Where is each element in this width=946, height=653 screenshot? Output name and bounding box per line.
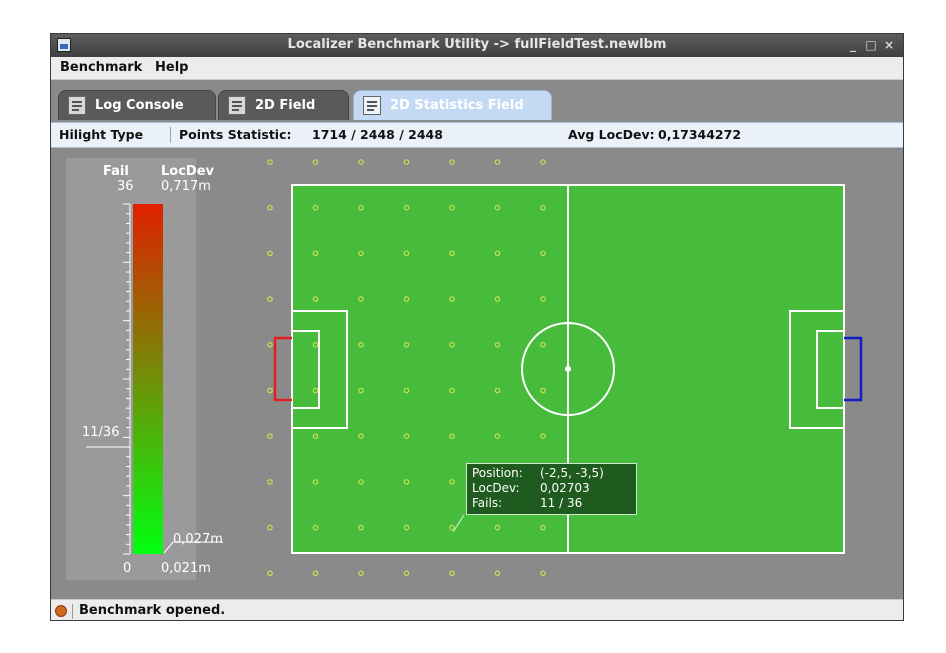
locdev-label: LocDev: xyxy=(472,481,520,495)
sample-point[interactable] xyxy=(267,524,273,531)
divider xyxy=(72,604,73,619)
own-goal xyxy=(273,336,292,402)
sample-point[interactable] xyxy=(358,570,364,577)
sample-point[interactable] xyxy=(540,159,546,165)
center-spot xyxy=(565,366,571,372)
sample-point[interactable] xyxy=(267,433,273,440)
status-icon xyxy=(55,605,67,617)
sample-point[interactable] xyxy=(312,570,319,577)
point-tooltip: Position: (-2,5, -3,5) LocDev: 0,02703 F… xyxy=(466,463,637,515)
sample-point[interactable] xyxy=(267,341,273,348)
opponent-goal xyxy=(844,336,863,402)
sample-point[interactable] xyxy=(312,159,319,165)
sample-point[interactable] xyxy=(403,570,410,577)
sample-point[interactable] xyxy=(267,204,273,211)
status-message: Benchmark opened. xyxy=(79,603,226,618)
position-label: Position: xyxy=(472,466,523,480)
fail-axis-ticks xyxy=(123,203,130,555)
legend-scale-graphics xyxy=(86,203,223,555)
tooltip-row-position: Position: (-2,5, -3,5) xyxy=(472,466,631,481)
sample-point[interactable] xyxy=(358,159,364,165)
locdev-value: 0,02703 xyxy=(540,481,590,495)
sample-point[interactable] xyxy=(267,570,273,577)
tooltip-row-locdev: LocDev: 0,02703 xyxy=(472,481,631,496)
gradient-bar xyxy=(133,204,163,554)
status-bar: Benchmark opened. xyxy=(51,599,903,620)
sample-point[interactable] xyxy=(267,387,273,394)
fails-label: Fails: xyxy=(472,496,503,510)
sample-point[interactable] xyxy=(449,570,455,577)
app-window: Localizer Benchmark Utility -> fullField… xyxy=(50,33,904,621)
sample-point[interactable] xyxy=(267,479,273,485)
sample-point[interactable] xyxy=(267,250,273,257)
sample-point[interactable] xyxy=(494,570,501,577)
fails-value: 11 / 36 xyxy=(540,496,583,510)
sample-point[interactable] xyxy=(267,296,273,302)
sample-point[interactable] xyxy=(267,159,273,165)
locdev-pointer xyxy=(163,541,223,554)
tooltip-row-fails: Fails: 11 / 36 xyxy=(472,496,631,511)
sample-point[interactable] xyxy=(540,570,546,577)
sample-point[interactable] xyxy=(403,159,410,165)
position-value: (-2,5, -3,5) xyxy=(540,466,604,480)
sample-point[interactable] xyxy=(494,159,501,165)
sample-point[interactable] xyxy=(449,159,455,165)
